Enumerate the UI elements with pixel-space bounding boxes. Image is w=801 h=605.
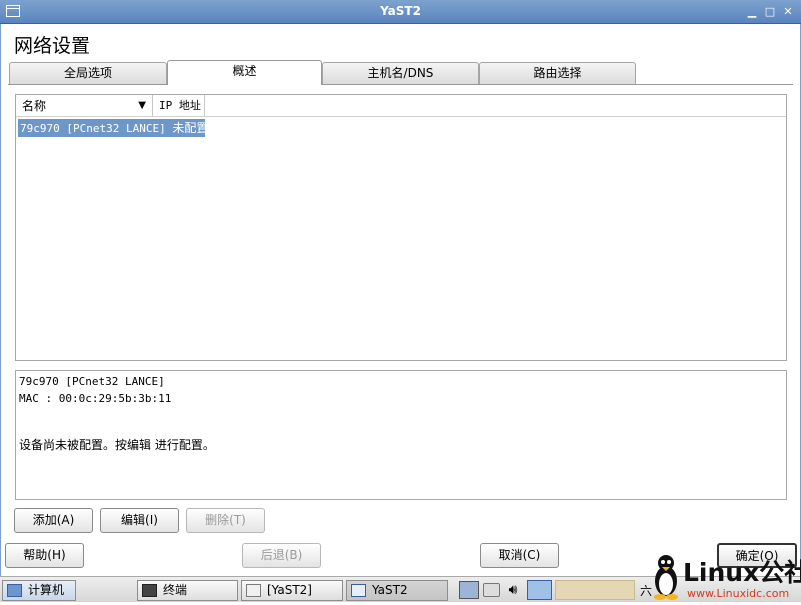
device-details-pane (15, 370, 787, 500)
taskbar-yast-bracket-label: [YaST2] (267, 583, 312, 597)
taskbar-terminal[interactable]: 终端 (137, 580, 238, 601)
back-button[interactable]: 后退(B) (242, 543, 321, 568)
details-mac: MAC : 00:0c:29:5b:3b:11 (19, 392, 172, 405)
cancel-button[interactable]: 取消(C) (480, 543, 559, 568)
tab-divider (8, 84, 793, 85)
edit-button[interactable]: 编辑(I) (100, 508, 179, 533)
delete-button[interactable]: 删除(T) (186, 508, 265, 533)
printer-icon[interactable] (483, 583, 500, 597)
minimize-icon[interactable]: ▁ (745, 5, 759, 19)
row-device-name: 79c970 [PCnet32 LANCE] (20, 122, 166, 135)
tab-routing[interactable]: 路由选择 (479, 62, 636, 84)
window-icon (351, 584, 366, 597)
tab-global-options[interactable]: 全局选项 (9, 62, 167, 84)
watermark-url: www.Linuxidc.com (687, 587, 789, 600)
network-monitor-icon[interactable] (459, 581, 479, 599)
sort-chevron-icon[interactable]: ▼ (138, 95, 146, 117)
terminal-icon (142, 584, 157, 597)
column-header-ip[interactable]: IP 地址 (153, 95, 205, 117)
workspace-1[interactable] (527, 580, 552, 600)
window-title: YaST2 (380, 4, 421, 18)
row-status: 未配置 (172, 121, 209, 135)
computer-menu-button[interactable]: 计算机 (2, 580, 76, 601)
details-message: 设备尚未被配置。按编辑 进行配置。 (19, 438, 215, 452)
help-button[interactable]: 帮助(H) (5, 543, 84, 568)
add-button[interactable]: 添加(A) (14, 508, 93, 533)
column-header-name[interactable]: 名称 ▼ (16, 95, 153, 117)
table-row[interactable]: 79c970 [PCnet32 LANCE] 未配置 (18, 119, 209, 137)
workspace-switcher[interactable] (555, 580, 635, 600)
maximize-icon[interactable]: □ (763, 5, 777, 19)
linuxidc-watermark: Linux公社 www.Linuxidc.com (650, 550, 801, 602)
taskbar-yast-active[interactable]: YaST2 (346, 580, 448, 601)
page-title: 网络设置 (14, 35, 91, 57)
details-device-name: 79c970 [PCnet32 LANCE] (19, 375, 165, 388)
watermark-brand: Linux公社 (683, 558, 801, 587)
close-icon[interactable]: ✕ (781, 5, 795, 19)
taskbar-terminal-label: 终端 (163, 583, 188, 597)
tab-hostname-dns[interactable]: 主机名/DNS (322, 62, 479, 84)
computer-menu-label: 计算机 (28, 583, 65, 597)
window-icon (246, 584, 261, 597)
taskbar-yast-label: YaST2 (372, 583, 408, 597)
window-titlebar: YaST2 ▁ □ ✕ (0, 0, 801, 24)
taskbar-yast-bracket[interactable]: [YaST2] (241, 580, 343, 601)
tab-overview[interactable]: 概述 (167, 60, 322, 85)
column-header-name-label: 名称 (22, 99, 47, 113)
computer-icon (7, 584, 22, 597)
table-header: 名称 ▼ IP 地址 (16, 95, 786, 117)
volume-icon[interactable]: 🔊︎ (503, 581, 523, 599)
